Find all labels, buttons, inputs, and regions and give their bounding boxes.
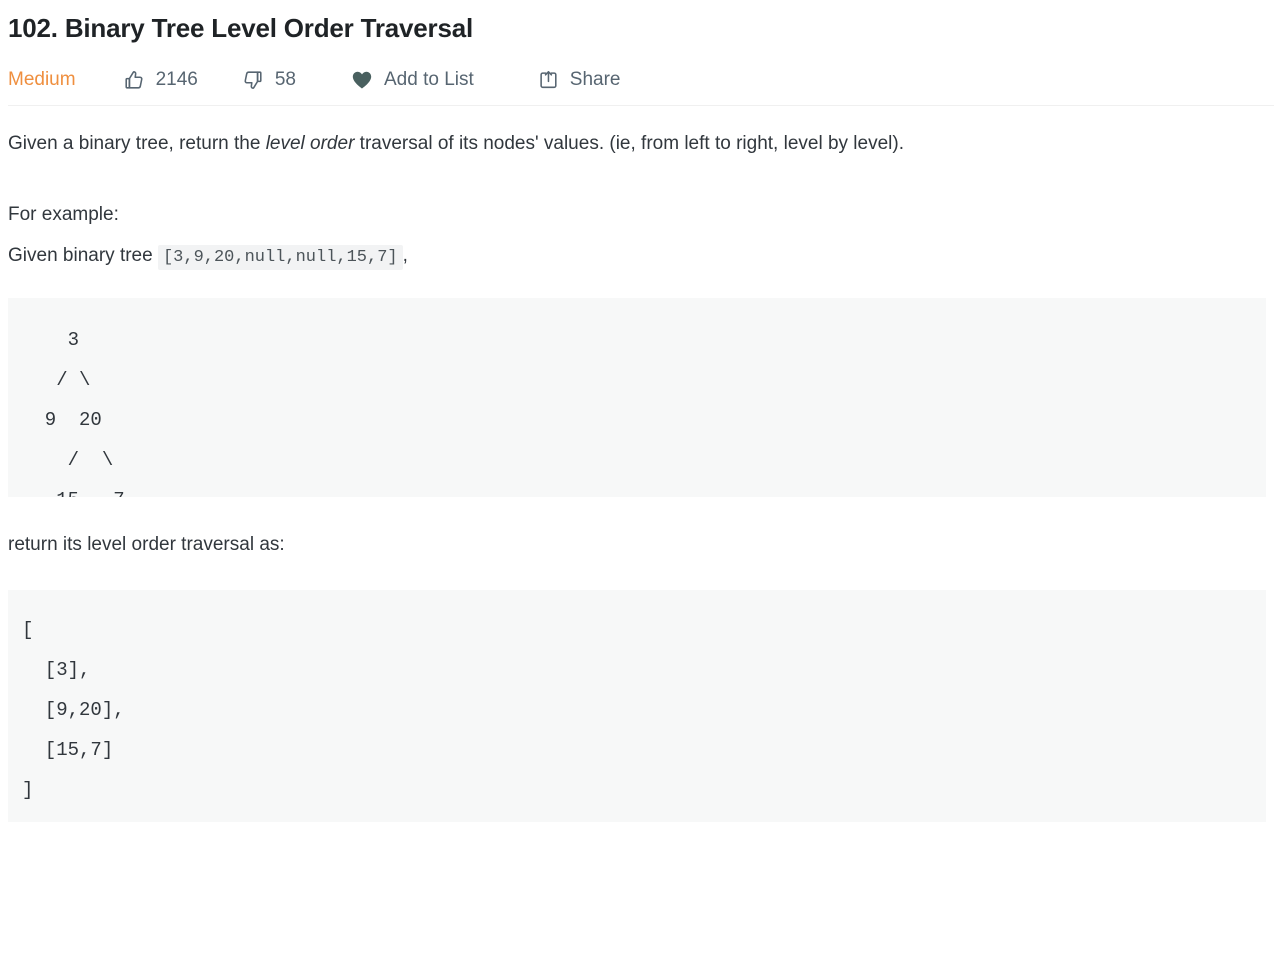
given-binary-tree-prefix: Given binary tree — [8, 245, 158, 266]
intro-text-after: traversal of its nodes' values. (ie, fro… — [354, 133, 904, 154]
add-to-list-label: Add to List — [384, 69, 474, 90]
problem-meta-row: Medium 2146 58 Add to List Share — [8, 55, 1266, 105]
share-button[interactable]: Share — [537, 69, 621, 91]
add-to-list-button[interactable]: Add to List — [351, 69, 474, 91]
binary-tree-input-code: [3,9,20,null,null,15,7] — [157, 245, 403, 270]
given-binary-tree-suffix: , — [402, 245, 408, 266]
like-button[interactable]: 2146 — [123, 69, 198, 91]
difficulty-badge: Medium — [8, 69, 76, 90]
heart-icon — [351, 70, 373, 90]
share-label: Share — [569, 69, 621, 90]
for-example-label: For example: — [8, 204, 119, 225]
given-binary-tree-line: Given binary tree [3,9,20,null,null,15,7… — [8, 235, 1266, 278]
problem-description-intro: Given a binary tree, return the level or… — [8, 106, 1266, 164]
dislike-count: 58 — [274, 69, 296, 90]
share-icon — [537, 69, 559, 91]
tree-diagram-block: 3 / \ 9 20 / \ 15 7 — [8, 298, 1266, 497]
dislike-button[interactable]: 58 — [242, 69, 296, 91]
like-count: 2146 — [155, 69, 198, 90]
problem-page: 102. Binary Tree Level Order Traversal M… — [0, 0, 1274, 822]
page-title: 102. Binary Tree Level Order Traversal — [8, 13, 474, 43]
intro-emphasis: level order — [265, 133, 355, 154]
thumbs-down-icon — [242, 69, 264, 91]
output-example-block: [ [3], [9,20], [15,7] ] — [8, 590, 1266, 822]
thumbs-up-icon — [123, 69, 145, 91]
intro-text-before: Given a binary tree, return the — [8, 133, 266, 154]
return-traversal-label: return its level order traversal as: — [8, 534, 285, 555]
